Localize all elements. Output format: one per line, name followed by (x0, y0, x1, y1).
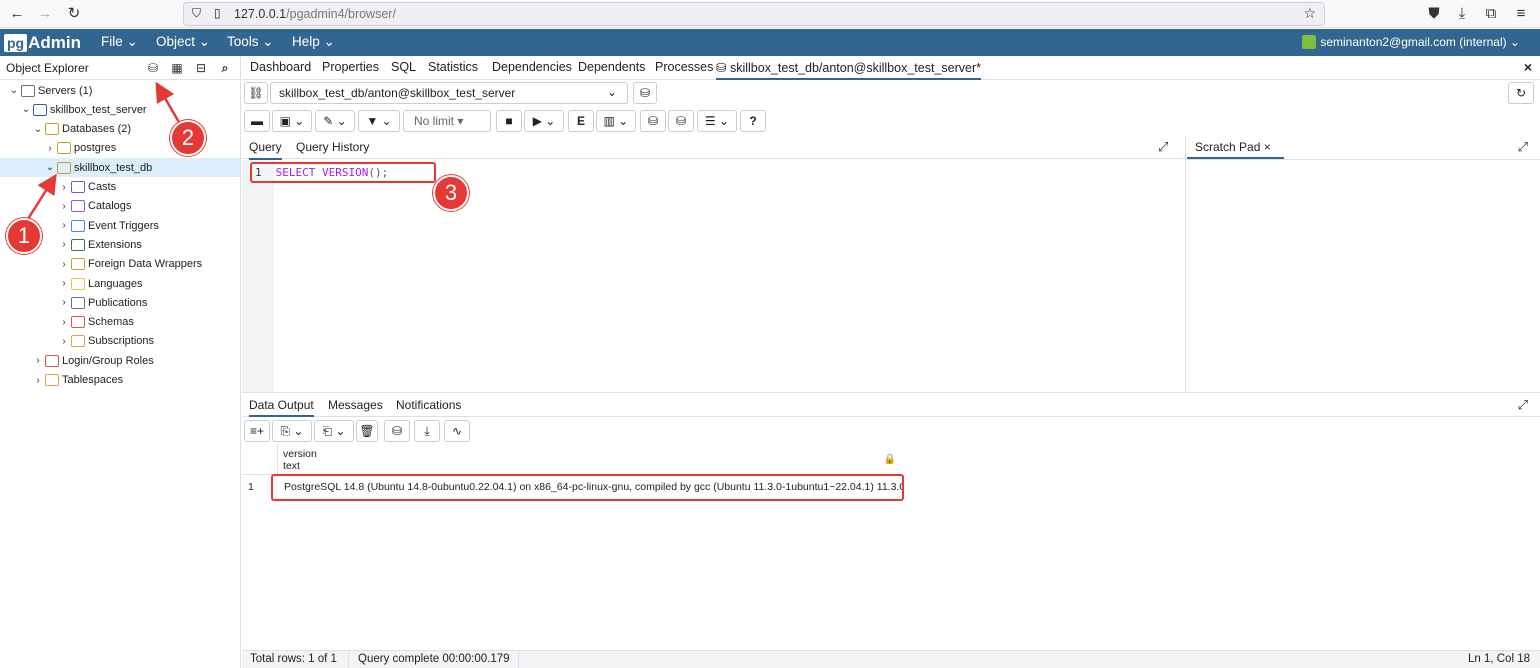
callout-1: 1 (6, 218, 42, 254)
annotation-arrows (24, 81, 182, 223)
callout-2: 2 (170, 120, 206, 156)
callout-3: 3 (433, 175, 469, 211)
